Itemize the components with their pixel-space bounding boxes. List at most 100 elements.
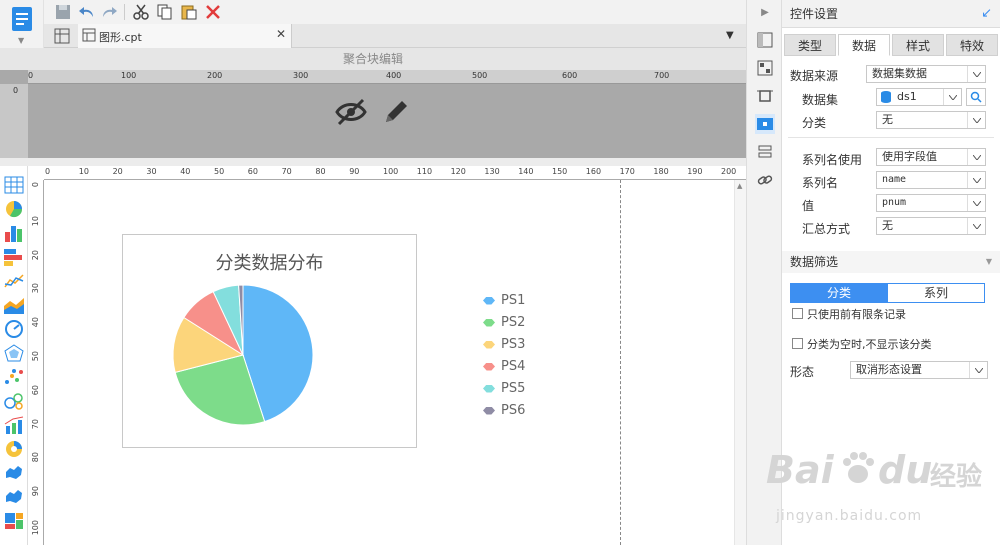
bubble-chart-icon[interactable] <box>4 392 24 410</box>
ruler-label: 400 <box>386 71 402 80</box>
tab-effect[interactable]: 特效 <box>946 34 998 56</box>
chevron-down-icon[interactable]: ▼ <box>18 36 24 45</box>
cut-button[interactable] <box>132 3 150 21</box>
pie-chart[interactable]: 分类数据分布 PS1 PS2 PS3 PS4 PS5 PS6 <box>122 234 525 448</box>
legend-item-ps3[interactable]: PS3 <box>483 337 525 352</box>
series-name-select[interactable]: name <box>876 171 986 189</box>
widget-settings-icon[interactable] <box>755 114 775 134</box>
watermark-brand2: du <box>878 448 933 492</box>
hide-eye-icon[interactable] <box>335 98 367 126</box>
legend-item-ps6[interactable]: PS6 <box>483 403 525 418</box>
chevron-down-icon <box>967 66 985 82</box>
database-icon <box>880 90 892 109</box>
pie-chart-icon[interactable] <box>4 200 24 218</box>
ruler-label: 70 <box>281 167 292 176</box>
scatter-chart-icon[interactable] <box>4 368 24 386</box>
horizontal-bar-icon[interactable] <box>4 248 24 266</box>
app-logo-icon[interactable] <box>11 6 33 32</box>
legend-item-ps4[interactable]: PS4 <box>483 359 525 374</box>
watermark-url: jingyan.baidu.com <box>776 508 923 524</box>
legend-item-ps2[interactable]: PS2 <box>483 315 525 330</box>
close-tab-icon[interactable]: ✕ <box>276 27 286 41</box>
menu-dropdown-icon[interactable]: ▼ <box>726 30 734 41</box>
undo-button[interactable] <box>78 3 96 21</box>
frame-icon[interactable] <box>755 86 775 106</box>
line-chart-icon[interactable] <box>4 272 24 290</box>
bar-chart-icon[interactable] <box>4 224 24 242</box>
ruler-label: 30 <box>146 167 157 176</box>
ruler-label: 30 <box>31 283 40 294</box>
radar-chart-icon[interactable] <box>4 344 24 362</box>
region-map-icon[interactable] <box>4 488 24 506</box>
legend-marker <box>483 362 495 371</box>
expand-arrow-icon[interactable]: ▶ <box>755 2 775 22</box>
series-use-select[interactable]: 使用字段值 <box>876 148 986 166</box>
donut-chart-icon[interactable] <box>4 440 24 458</box>
pie-plot <box>172 284 314 426</box>
copy-icon <box>157 4 172 20</box>
legend-label: PS3 <box>501 337 526 352</box>
legend-marker <box>483 318 495 327</box>
file-tab-bar: 图形.cpt ✕ ▼ <box>44 24 746 48</box>
tab-style[interactable]: 样式 <box>892 34 944 56</box>
save-icon <box>56 5 70 19</box>
paste-button[interactable] <box>180 3 198 21</box>
limit-records-checkbox[interactable] <box>792 308 803 319</box>
table-chart-icon[interactable] <box>4 176 24 194</box>
component-icon[interactable] <box>755 58 775 78</box>
value-value: pnum <box>882 197 907 208</box>
category-select[interactable]: 无 <box>876 111 986 129</box>
ruler-label: 700 <box>654 71 670 80</box>
ruler-label: 190 <box>687 167 703 176</box>
gauge-icon[interactable] <box>4 320 24 338</box>
map-icon[interactable] <box>4 464 24 482</box>
collapse-arrow-icon[interactable]: ↙ <box>981 0 992 28</box>
ruler-label: 50 <box>214 167 225 176</box>
link-icon[interactable] <box>755 170 775 190</box>
legend-item-ps5[interactable]: PS5 <box>483 381 525 396</box>
ruler-label: 200 <box>207 71 223 80</box>
ruler-left: 0 10 20 30 40 50 60 70 80 90 100 <box>28 180 44 545</box>
summary-select[interactable]: 无 <box>876 217 986 235</box>
search-icon <box>970 91 982 103</box>
dataset-search-button[interactable] <box>966 88 986 106</box>
ruler-label: 20 <box>112 167 123 176</box>
grid-icon[interactable] <box>54 28 70 44</box>
summary-value: 无 <box>882 219 893 232</box>
ruler-label: 140 <box>518 167 534 176</box>
baidu-watermark: Bai du 经验 jingyan.baidu.com <box>766 448 1000 538</box>
legend-item-ps1[interactable]: PS1 <box>483 293 525 308</box>
data-source-select[interactable]: 数据集数据 <box>866 65 986 83</box>
save-button[interactable] <box>54 3 72 21</box>
copy-button[interactable] <box>156 3 174 21</box>
ruler-label: 80 <box>315 167 326 176</box>
list-icon[interactable] <box>755 142 775 162</box>
delete-button[interactable] <box>204 3 222 21</box>
dataset-select[interactable]: ds1 <box>876 88 962 106</box>
section-title: 聚合块编辑 <box>0 48 746 70</box>
redo-button[interactable] <box>100 3 118 21</box>
treemap-icon[interactable] <box>4 512 24 530</box>
tab-type[interactable]: 类型 <box>784 34 836 56</box>
paw-icon <box>840 450 876 486</box>
combo-chart-icon[interactable] <box>4 416 24 434</box>
value-select[interactable]: pnum <box>876 194 986 212</box>
filter-series-toggle[interactable]: 系列 <box>887 283 985 303</box>
tab-data[interactable]: 数据 <box>838 34 890 56</box>
layout-icon[interactable] <box>755 30 775 50</box>
ruler-label: 120 <box>450 167 466 176</box>
area-chart-icon[interactable] <box>4 296 24 314</box>
vertical-scrollbar[interactable]: ▲ <box>734 180 746 545</box>
data-filter-header[interactable]: 数据筛选 ▼ <box>782 251 1000 273</box>
ruler-label: 100 <box>121 71 137 80</box>
pencil-icon[interactable] <box>382 98 410 126</box>
file-tab-label: 图形.cpt <box>99 31 142 44</box>
filter-category-toggle[interactable]: 分类 <box>790 283 888 303</box>
category-value: 无 <box>882 113 893 126</box>
file-tab[interactable]: 图形.cpt ✕ <box>78 24 292 48</box>
shape-select[interactable]: 取消形态设置 <box>850 361 988 379</box>
ruler-label: 170 <box>619 167 635 176</box>
hide-empty-checkbox[interactable] <box>792 338 803 349</box>
ruler-label: 100 <box>31 520 40 536</box>
ruler-label: 0 <box>28 71 34 80</box>
